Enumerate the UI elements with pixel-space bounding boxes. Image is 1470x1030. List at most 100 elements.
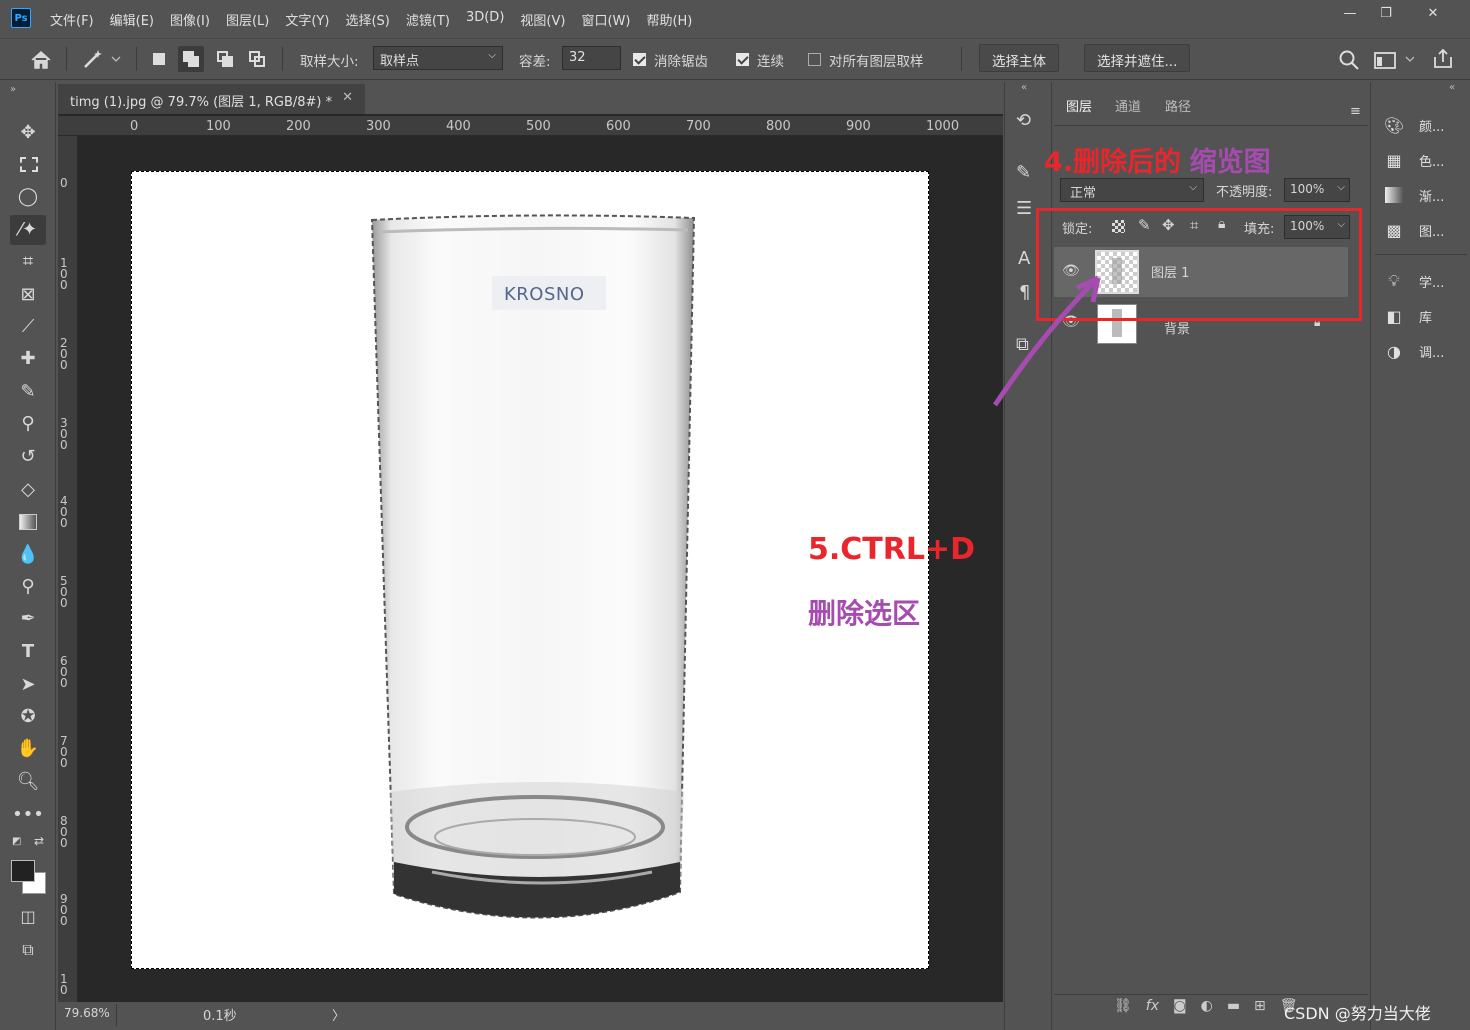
character-panel-icon[interactable]: A	[1018, 248, 1030, 269]
menu-3d[interactable]: 3D(D)	[466, 10, 504, 29]
ruler-h-label: 0	[130, 119, 139, 134]
link-layers-icon[interactable]: ⛓	[1114, 998, 1132, 1014]
menu-edit[interactable]: 编辑(E)	[110, 10, 154, 29]
tab-layers[interactable]: 图层	[1066, 96, 1092, 115]
photoshop-logo: Ps	[11, 8, 31, 28]
menu-help[interactable]: 帮助(H)	[646, 10, 692, 29]
zoom-readout[interactable]: 79.68%	[64, 1006, 110, 1020]
panel-learn[interactable]: 💡︎ 学...	[1383, 270, 1444, 292]
subtract-selection-icon[interactable]	[217, 51, 233, 67]
3d-panel-icon[interactable]: ⧉	[1016, 334, 1029, 355]
more-tools-icon[interactable]: •••	[10, 800, 46, 830]
blur-tool-icon[interactable]: 💧	[10, 540, 46, 570]
status-menu-icon[interactable]: 〉	[332, 1005, 345, 1024]
tolerance-input[interactable]: 32	[562, 46, 621, 70]
document-canvas[interactable]: KROSNO	[131, 171, 929, 969]
history-panel-icon[interactable]: ⟲	[1016, 110, 1031, 131]
menu-window[interactable]: 窗口(W)	[581, 10, 630, 29]
select-subject-button[interactable]: 选择主体	[979, 44, 1059, 72]
right-panels-strip: « 🎨︎ 颜... ▦ 色... 渐... ▩ 图... 💡︎ 学... ◧ 库 ◑ 调..…	[1370, 82, 1470, 1030]
menu-layer[interactable]: 图层(L)	[226, 10, 269, 29]
fx-icon[interactable]: fx	[1146, 998, 1159, 1014]
hand-tool-icon[interactable]: ✋	[10, 734, 46, 764]
adjustment-layer-icon[interactable]: ◐	[1201, 998, 1213, 1014]
paragraph-panel-icon[interactable]: ¶	[1019, 282, 1030, 303]
timing-readout: 0.1秒	[203, 1009, 237, 1024]
crop-tool-icon[interactable]: ⌗	[10, 247, 46, 277]
tab-channels[interactable]: 通道	[1115, 96, 1141, 115]
collapse-icon[interactable]: »	[10, 84, 16, 95]
home-icon[interactable]	[30, 50, 52, 70]
menu-file[interactable]: 文件(F)	[50, 10, 94, 29]
antialias-checkbox[interactable]	[633, 53, 646, 66]
add-mask-icon[interactable]: ◙	[1173, 998, 1187, 1014]
stamp-tool-icon[interactable]: ⚲	[10, 409, 46, 439]
ruler-h-label: 700	[686, 119, 711, 134]
restore-button[interactable]: ❐	[1372, 4, 1400, 24]
document-tab[interactable]: timg (1).jpg @ 79.7% (图层 1, RGB/8#) * ✕	[58, 84, 365, 114]
sample-all-layers-checkbox[interactable]	[808, 53, 821, 66]
intersect-selection-icon[interactable]	[249, 51, 265, 67]
eraser-tool-icon[interactable]: ◇	[10, 475, 46, 505]
healing-brush-tool-icon[interactable]: ✚	[10, 344, 46, 374]
panel-libraries[interactable]: ◧ 库	[1383, 305, 1432, 327]
move-tool-icon[interactable]: ✥	[10, 118, 46, 148]
panel-gradients[interactable]: 渐...	[1383, 184, 1444, 206]
magic-wand-tool-icon[interactable]: ⁄✦	[10, 215, 46, 245]
menu-image[interactable]: 图像(I)	[170, 10, 210, 29]
workspace-icon[interactable]	[1374, 50, 1414, 70]
blend-mode-select[interactable]: 正常 ⌵	[1060, 178, 1204, 202]
panel-swatches[interactable]: ▦ 色...	[1383, 149, 1444, 171]
shape-tool-icon[interactable]: ✪	[10, 702, 46, 732]
eyedropper-tool-icon[interactable]: ⟋	[10, 312, 46, 342]
tab-paths[interactable]: 路径	[1165, 96, 1191, 115]
menu-view[interactable]: 视图(V)	[520, 10, 565, 29]
library-icon: ◧	[1386, 306, 1402, 326]
new-layer-icon[interactable]: ⊞	[1254, 998, 1266, 1014]
zoom-tool-icon[interactable]: 🔍︎	[10, 767, 46, 797]
marquee-tool-icon[interactable]	[10, 150, 46, 180]
new-group-icon[interactable]: ▬	[1227, 998, 1240, 1014]
share-icon[interactable]	[1432, 48, 1454, 70]
panel-menu-icon[interactable]: ≡	[1350, 104, 1361, 119]
close-tab-icon[interactable]: ✕	[342, 90, 353, 105]
opacity-input[interactable]: 100% ⌵	[1284, 178, 1350, 202]
history-brush-tool-icon[interactable]: ↺	[10, 442, 46, 472]
foreground-color-swatch[interactable]	[11, 860, 35, 882]
lasso-tool-icon[interactable]: ◯	[10, 182, 46, 212]
sample-size-select[interactable]: 取样点 ⌵	[373, 46, 503, 70]
menu-select[interactable]: 选择(S)	[345, 10, 389, 29]
brush-tool-icon[interactable]: ✎	[10, 377, 46, 407]
default-colors-icon[interactable]: ◩	[12, 836, 21, 847]
gradient-tool-icon[interactable]	[10, 507, 46, 537]
menu-filter[interactable]: 滤镜(T)	[406, 10, 450, 29]
new-selection-icon[interactable]	[153, 53, 165, 65]
dodge-tool-icon[interactable]: ⚲	[10, 572, 46, 602]
collapse-right-icon[interactable]: «	[1449, 82, 1455, 93]
frame-tool-icon[interactable]: ⊠	[10, 280, 46, 310]
panel-color[interactable]: 🎨︎ 颜...	[1383, 114, 1445, 136]
pen-tool-icon[interactable]: ✒	[10, 604, 46, 634]
menu-type[interactable]: 文字(Y)	[285, 10, 329, 29]
expand-icon[interactable]: «	[1021, 82, 1027, 93]
type-tool-icon[interactable]: T	[10, 637, 46, 667]
brush-settings-icon[interactable]: ✎	[1016, 162, 1031, 183]
title-bar: Ps 文件(F) 编辑(E) 图像(I) 图层(L) 文字(Y) 选择(S) 滤…	[0, 0, 1470, 36]
magic-wand-icon[interactable]	[82, 48, 122, 70]
select-and-mask-button[interactable]: 选择并遮住...	[1084, 44, 1191, 72]
document-title: timg (1).jpg @ 79.7% (图层 1, RGB/8#) *	[70, 95, 333, 110]
adjustments-icon: ◑	[1387, 341, 1401, 361]
opacity-label: 不透明度:	[1216, 185, 1273, 200]
quick-mask-icon[interactable]: ◫	[10, 902, 46, 932]
screen-mode-icon[interactable]: ⧉	[10, 935, 46, 965]
close-button[interactable]: ✕	[1419, 4, 1447, 24]
panel-patterns[interactable]: ▩ 图...	[1383, 219, 1444, 241]
adjust-sliders-icon[interactable]: ☰	[1016, 198, 1032, 219]
path-selection-tool-icon[interactable]: ➤	[10, 670, 46, 700]
minimize-button[interactable]: —	[1336, 4, 1364, 24]
search-icon[interactable]	[1338, 49, 1360, 71]
contiguous-checkbox[interactable]	[736, 53, 749, 66]
panel-adjustments[interactable]: ◑ 调...	[1383, 340, 1444, 362]
add-selection-button[interactable]	[178, 46, 204, 72]
swap-colors-icon[interactable]: ⇄	[34, 834, 44, 848]
